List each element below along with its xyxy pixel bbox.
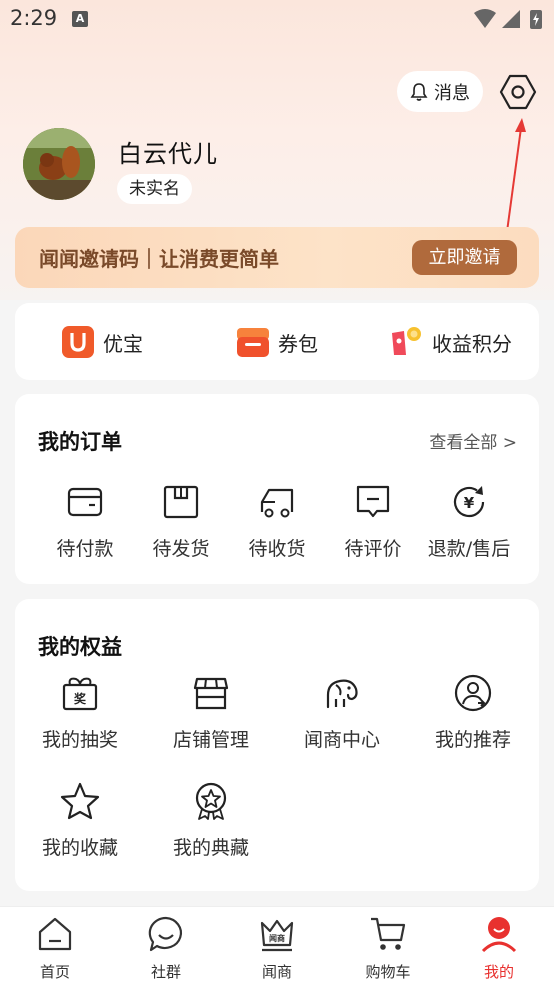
benefit-store-management[interactable]: 店铺管理 — [166, 673, 256, 752]
invite-text: 闻闻邀请码｜让消费更简单 — [39, 247, 279, 271]
order-item-label: 待付款 — [56, 538, 114, 560]
wallet-item-label: 优宝 — [103, 331, 143, 356]
order-item-label: 退款/售后 — [427, 538, 511, 560]
nav-community[interactable]: 社群 — [126, 915, 206, 982]
coupon-icon — [237, 328, 269, 357]
nav-label: 首页 — [39, 963, 70, 981]
points-icon — [392, 327, 421, 355]
chat-icon — [148, 916, 182, 952]
nav-home[interactable]: 首页 — [15, 915, 95, 982]
refund-icon: ¥ — [453, 486, 485, 518]
status-time: 2:29 — [10, 6, 58, 30]
benefit-item-label: 我的典藏 — [172, 837, 249, 859]
annotation-arrow — [505, 118, 526, 240]
nav-label: 购物车 — [365, 963, 411, 981]
bottom-nav: 首页 社群 闻商 闻商 购物车 我的 — [0, 906, 554, 984]
order-item-label: 待收货 — [248, 538, 306, 560]
order-pending-payment[interactable]: 待付款 — [45, 482, 125, 561]
orders-card: 我的订单 查看全部 > 待付款 待发货 待收货 待评价 ¥ 退款/售后 — [15, 394, 539, 584]
benefit-recommendations[interactable]: 我的推荐 — [428, 673, 518, 752]
see-all-orders-link[interactable]: 查看全部 > — [429, 428, 517, 453]
wallet-item-label: 券包 — [278, 331, 318, 356]
status-bar: 2:29 A — [0, 0, 554, 38]
benefits-title: 我的权益 — [38, 635, 122, 659]
wallet-item-label: 收益积分 — [432, 331, 512, 356]
verify-status-badge[interactable]: 未实名 — [117, 174, 192, 204]
notification-a-icon: A — [72, 11, 88, 27]
benefit-item-label: 我的抽奖 — [41, 729, 118, 751]
squirrel-photo — [23, 128, 95, 200]
crown-icon: 闻商 — [260, 919, 294, 952]
benefit-lottery[interactable]: 奖 我的抽奖 — [35, 673, 125, 752]
lottery-icon: 奖 — [62, 677, 98, 711]
benefit-item-label: 店铺管理 — [172, 729, 249, 751]
cart-icon — [371, 917, 406, 950]
svg-text:¥: ¥ — [464, 494, 475, 512]
crown-icon-text: 闻商 — [269, 933, 285, 943]
invite-now-button[interactable]: 立即邀请 — [412, 240, 517, 275]
home-icon — [38, 917, 72, 951]
wifi-icon — [474, 9, 496, 28]
truck-icon — [260, 488, 294, 518]
nav-cart[interactable]: 购物车 — [348, 915, 428, 982]
order-item-label: 待发货 — [152, 538, 210, 560]
order-pending-review[interactable]: 待评价 — [333, 482, 413, 561]
wallet-item-points[interactable]: 收益积分 — [390, 325, 512, 359]
benefit-item-label: 我的收藏 — [41, 837, 118, 859]
nav-label: 社群 — [150, 963, 181, 981]
benefit-collection[interactable]: 我的典藏 — [166, 781, 256, 860]
lottery-icon-text: 奖 — [74, 691, 87, 706]
wallet-card: 优宝 券包 收益积分 — [15, 303, 539, 380]
order-pending-receipt[interactable]: 待收货 — [237, 482, 317, 561]
signal-icon — [502, 10, 520, 28]
nav-profile[interactable]: 我的 — [459, 915, 539, 982]
benefit-merchant-center[interactable]: 闻商中心 — [297, 673, 387, 752]
settings-hexagon-icon[interactable] — [498, 72, 538, 112]
avatar[interactable] — [23, 128, 95, 200]
wallet-item-coupons[interactable]: 券包 — [236, 325, 318, 359]
messages-label: 消息 — [434, 82, 470, 104]
nav-merchant[interactable]: 闻商 闻商 — [237, 915, 317, 982]
elephant-icon — [326, 679, 358, 709]
orders-title: 我的订单 — [38, 430, 122, 454]
order-pending-shipment[interactable]: 待发货 — [141, 482, 221, 561]
order-refund[interactable]: ¥ 退款/售后 — [424, 482, 514, 561]
bell-icon — [410, 82, 428, 101]
benefit-favorites[interactable]: 我的收藏 — [35, 781, 125, 860]
box-icon — [163, 485, 199, 519]
star-icon — [60, 782, 100, 820]
comment-icon — [356, 485, 390, 518]
recommend-user-icon — [454, 674, 492, 712]
nav-label: 我的 — [483, 963, 514, 981]
benefit-item-label: 闻商中心 — [303, 729, 380, 751]
user-name: 白云代儿 — [118, 140, 218, 168]
status-icons — [474, 9, 542, 29]
wallet-icon — [67, 487, 103, 517]
benefit-item-label: 我的推荐 — [434, 729, 511, 751]
profile-icon — [481, 917, 517, 953]
nav-label: 闻商 — [261, 963, 292, 981]
benefits-card: 我的权益 奖 我的抽奖 店铺管理 闻商中心 我的推荐 我的收藏 我的典藏 — [15, 599, 539, 891]
medal-icon — [195, 782, 227, 820]
invite-banner[interactable]: 闻闻邀请码｜让消费更简单 立即邀请 — [15, 227, 539, 288]
u-badge-icon — [62, 326, 94, 358]
messages-button[interactable]: 消息 — [397, 71, 483, 112]
store-icon — [193, 677, 229, 710]
order-item-label: 待评价 — [344, 538, 402, 560]
wallet-item-youbao[interactable]: 优宝 — [61, 325, 143, 359]
